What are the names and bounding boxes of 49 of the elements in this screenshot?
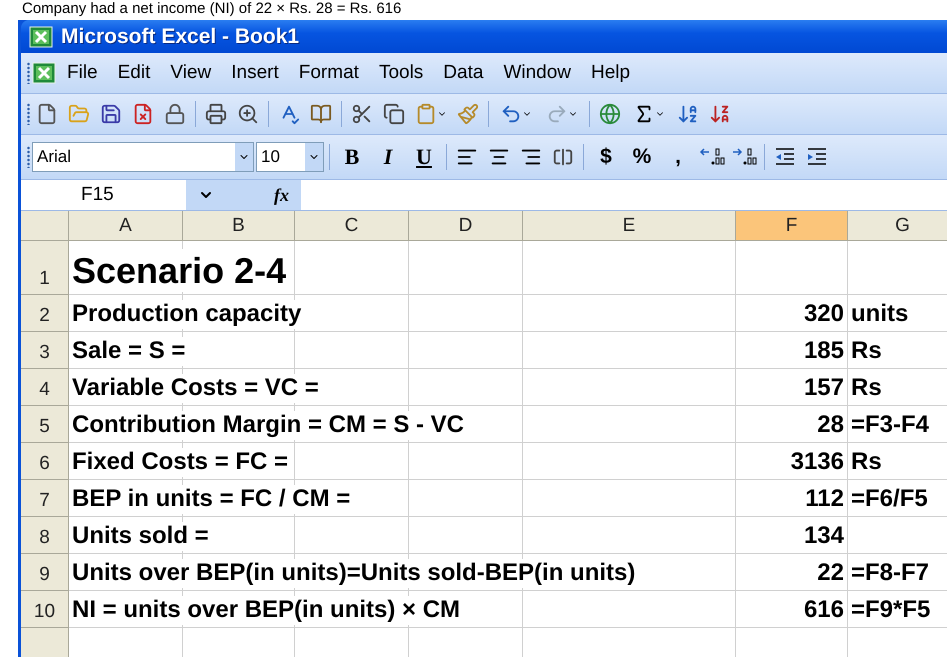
row-header[interactable]: 7 xyxy=(21,480,69,517)
row-header[interactable]: 1 xyxy=(21,241,69,295)
row-header[interactable]: 4 xyxy=(21,369,69,406)
cell-label: Units sold = xyxy=(72,522,209,551)
row-header[interactable]: 10 xyxy=(21,591,69,628)
cell-label: BEP in units = FC / CM = xyxy=(72,485,350,514)
column-header[interactable]: C xyxy=(295,211,409,241)
cell-label: Units over BEP(in units)=Units sold-BEP(in units) xyxy=(72,559,636,588)
underline-button[interactable]: U xyxy=(407,142,441,172)
cell-label: Production capacity xyxy=(72,300,302,329)
menu-item[interactable]: Data xyxy=(434,58,492,88)
number-format-button[interactable]: % xyxy=(625,142,659,172)
menu-item[interactable]: Window xyxy=(494,58,580,88)
sheet-title: Scenario 2-4 xyxy=(72,248,286,292)
column-header[interactable]: A xyxy=(69,211,183,241)
row-header[interactable]: 6 xyxy=(21,443,69,480)
column-header[interactable]: E xyxy=(523,211,736,241)
caption-text: Company had a net income (NI) of 22 × Rs. 28 = Rs. 616 xyxy=(22,0,402,17)
window-title: Microsoft Excel - Book1 xyxy=(61,24,300,48)
menu-item[interactable]: Insert xyxy=(222,58,288,88)
column-header[interactable]: G xyxy=(848,211,947,241)
column-header[interactable]: B xyxy=(183,211,295,241)
bold-button[interactable]: B xyxy=(335,142,369,172)
menu-item[interactable]: Format xyxy=(290,58,368,88)
number-format-button[interactable]: $ xyxy=(589,142,623,172)
font-field[interactable]: Arial xyxy=(32,142,254,172)
font-size-field[interactable]: 10 xyxy=(256,142,324,172)
excel-logo-icon xyxy=(29,26,53,48)
cell-label: Sale = S = xyxy=(72,337,186,366)
menu-item[interactable]: File xyxy=(58,58,107,88)
row-header[interactable]: 8 xyxy=(21,517,69,554)
cell-label: Contribution Margin = CM = S - VC xyxy=(72,411,464,440)
cell-label: Fixed Costs = FC = xyxy=(72,448,288,477)
menu-item[interactable]: Help xyxy=(582,58,640,88)
row-header[interactable]: 3 xyxy=(21,332,69,369)
menu-item[interactable]: View xyxy=(161,58,220,88)
row-header[interactable]: 2 xyxy=(21,295,69,332)
menu-item[interactable]: Edit xyxy=(108,58,160,88)
cell-label: Variable Costs = VC = xyxy=(72,374,319,403)
column-header[interactable]: D xyxy=(409,211,523,241)
function-label[interactable]: fx xyxy=(274,184,289,206)
row-header[interactable]: 5 xyxy=(21,406,69,443)
cell-label: NI = units over BEP(in units) × CM xyxy=(72,596,460,625)
column-header[interactable]: F xyxy=(736,211,848,241)
row-header[interactable]: 9 xyxy=(21,554,69,591)
italic-button[interactable]: I xyxy=(371,142,405,172)
menu-item[interactable]: Tools xyxy=(370,58,432,88)
number-format-button[interactable]: , xyxy=(661,142,695,172)
workbook-icon xyxy=(32,62,56,84)
